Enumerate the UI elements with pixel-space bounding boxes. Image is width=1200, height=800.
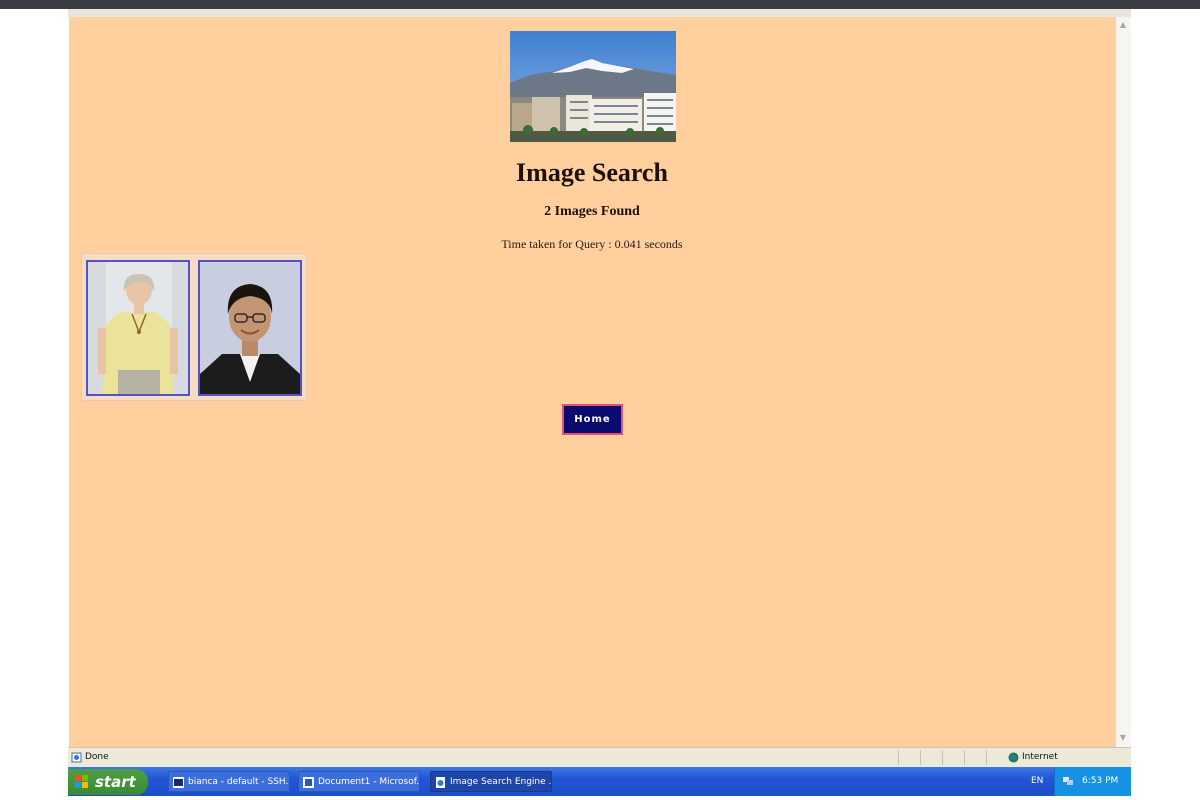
start-label: start <box>95 773 136 791</box>
internet-globe-icon <box>1008 752 1019 763</box>
query-time: Time taken for Query : 0.041 seconds <box>501 237 683 251</box>
window-top-edge <box>0 0 1200 9</box>
status-divider <box>942 750 943 765</box>
terminal-icon <box>173 777 184 788</box>
status-divider <box>986 750 987 765</box>
status-divider <box>898 750 899 765</box>
vertical-scrollbar[interactable]: ▲ ▼ <box>1115 17 1131 747</box>
campus-banner-image <box>510 31 676 142</box>
page-done-icon <box>71 752 82 763</box>
taskbar-button-document[interactable]: Document1 - Microsof... <box>298 771 420 792</box>
clock: 6:53 PM <box>1082 776 1119 786</box>
browser-window: Image Search 2 Images Found Time taken f… <box>68 17 1131 747</box>
task-label: bianca - default - SSH... <box>188 777 290 787</box>
result-thumbnail-2[interactable] <box>198 260 302 396</box>
taskbar: start bianca - default - SSH... Document… <box>68 767 1131 796</box>
taskbar-button-ssh[interactable]: bianca - default - SSH... <box>168 771 290 792</box>
woman-portrait-icon <box>88 262 188 394</box>
language-indicator[interactable]: EN <box>1031 776 1043 786</box>
page-title: Image Search <box>516 158 668 187</box>
man-portrait-icon <box>200 262 300 394</box>
start-button[interactable]: start <box>68 769 148 795</box>
result-thumbnail-1[interactable] <box>86 260 190 396</box>
word-document-icon <box>303 777 314 788</box>
results-table <box>81 253 307 401</box>
security-zone: Internet <box>1022 752 1058 762</box>
home-button[interactable]: Home <box>562 404 623 435</box>
system-tray: 6:53 PM <box>1054 767 1131 796</box>
browser-page-icon <box>436 777 445 788</box>
network-icon[interactable] <box>1062 775 1074 787</box>
scroll-down-arrow-icon[interactable]: ▼ <box>1118 732 1128 744</box>
status-text: Done <box>85 752 109 762</box>
taskbar-button-image-search[interactable]: Image Search Engine ... <box>430 771 552 792</box>
page-viewport: Image Search 2 Images Found Time taken f… <box>69 17 1115 747</box>
task-label: Image Search Engine ... <box>450 777 552 787</box>
scroll-up-arrow-icon[interactable]: ▲ <box>1118 19 1128 31</box>
task-label: Document1 - Microsof... <box>318 777 420 787</box>
status-divider <box>920 750 921 765</box>
status-divider <box>964 750 965 765</box>
status-bar: Done Internet <box>68 747 1131 768</box>
result-count: 2 Images Found <box>544 204 640 219</box>
windows-logo-icon <box>75 775 88 788</box>
